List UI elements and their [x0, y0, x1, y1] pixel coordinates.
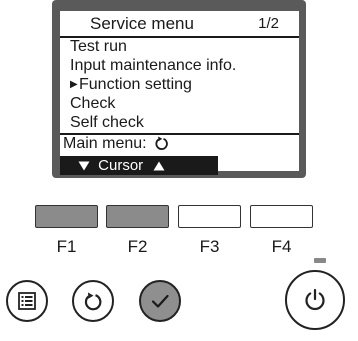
cursor-label: Cursor	[98, 157, 144, 174]
service-menu-list: Test run Input maintenance info. ▶ Funct…	[67, 37, 295, 132]
lcd-screen: Service menu 1/2 Test run Input maintena…	[52, 0, 306, 178]
menu-item-check[interactable]: Check	[67, 94, 295, 113]
lcd-display: Service menu 1/2 Test run Input maintena…	[60, 11, 299, 175]
menu-item-test-run[interactable]: Test run	[67, 37, 295, 56]
selection-arrow-icon: ▶	[70, 79, 78, 90]
confirm-button[interactable]	[139, 280, 181, 322]
return-button[interactable]	[72, 280, 114, 322]
f2-label: F2	[127, 237, 148, 256]
power-button[interactable]	[285, 270, 345, 330]
menu-icon	[18, 292, 36, 310]
f4-button[interactable]	[250, 205, 313, 228]
menu-item-function-setting[interactable]: ▶ Function setting	[67, 75, 295, 94]
menu-item-self-check[interactable]: Self check	[67, 113, 295, 132]
menu-item-label: Self check	[70, 114, 144, 131]
f1-button[interactable]	[35, 205, 98, 228]
menu-button[interactable]	[6, 280, 48, 322]
triangle-down-icon	[78, 161, 90, 171]
f1-label: F1	[56, 237, 77, 256]
f3-label: F3	[199, 237, 220, 256]
power-indicator-led	[314, 258, 326, 263]
checkmark-icon	[151, 294, 169, 308]
return-icon	[155, 136, 168, 150]
triangle-up-icon	[153, 161, 165, 171]
f3-button[interactable]	[178, 205, 241, 228]
main-menu-hint: Main menu:	[63, 135, 169, 153]
main-menu-label: Main menu:	[63, 135, 147, 152]
return-icon	[84, 292, 102, 311]
cursor-hint-bar: Cursor	[60, 156, 218, 175]
menu-item-input-maintenance-info[interactable]: Input maintenance info.	[67, 56, 295, 75]
screen-header: Service menu 1/2	[60, 11, 299, 36]
f2-button[interactable]	[106, 205, 169, 228]
f4-label: F4	[271, 237, 292, 256]
page-indicator: 1/2	[258, 15, 279, 32]
menu-item-label: Test run	[70, 38, 127, 55]
screen-title: Service menu	[90, 14, 194, 33]
menu-item-label: Check	[70, 95, 116, 112]
menu-item-label: Input maintenance info.	[70, 57, 237, 74]
menu-item-label: Function setting	[79, 76, 192, 93]
power-icon	[305, 288, 325, 311]
